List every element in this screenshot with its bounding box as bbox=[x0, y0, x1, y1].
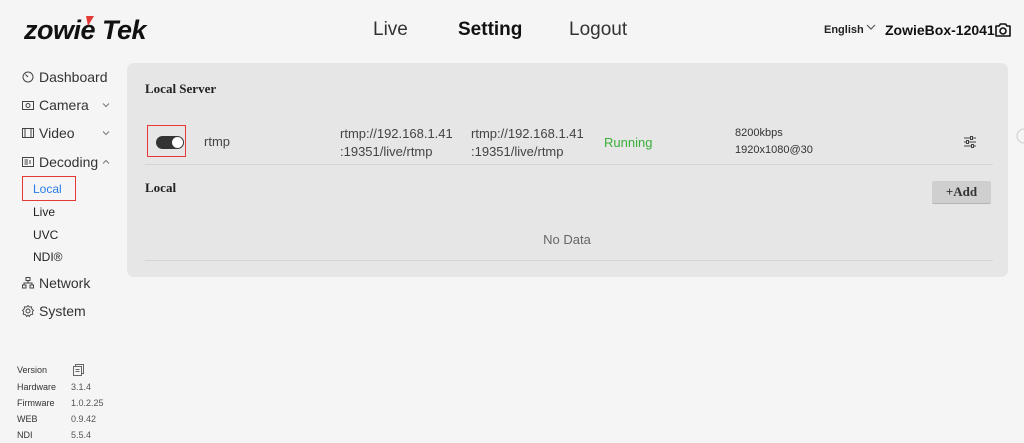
row-divider bbox=[145, 164, 993, 165]
sidebar-item-label: Camera bbox=[39, 97, 89, 113]
server-url-1: rtmp://192.168.1.41 :19351/live/rtmp bbox=[340, 125, 453, 161]
url-line: rtmp://192.168.1.41 bbox=[340, 126, 453, 141]
server-status: Running bbox=[604, 135, 653, 150]
chevron-down-icon[interactable] bbox=[101, 128, 111, 138]
version-key: NDI bbox=[17, 430, 33, 440]
chevron-down-icon[interactable] bbox=[866, 22, 876, 32]
server-stream-info: 8200kbps 1920x1080@30 bbox=[735, 125, 813, 159]
gear-icon bbox=[22, 305, 34, 317]
chevron-up-icon[interactable] bbox=[101, 157, 111, 167]
sidebar-item-video[interactable]: Video bbox=[22, 123, 75, 143]
snapshot-camera-icon[interactable] bbox=[994, 21, 1012, 39]
dashboard-icon bbox=[22, 71, 34, 83]
camera-icon bbox=[22, 101, 34, 110]
sidebar-item-camera[interactable]: Camera bbox=[22, 95, 89, 115]
sidebar-item-label: Network bbox=[39, 275, 91, 291]
toggle-knob bbox=[172, 137, 183, 148]
network-icon bbox=[22, 277, 34, 289]
sidebar-sub-ndi[interactable]: NDI® bbox=[33, 250, 63, 264]
server-url-2: rtmp://192.168.1.41 :19351/live/rtmp bbox=[471, 125, 584, 161]
sidebar-item-dashboard[interactable]: Dashboard bbox=[22, 67, 108, 87]
version-key: Hardware bbox=[17, 382, 57, 392]
bitrate: 8200kbps bbox=[735, 127, 783, 139]
sidebar-item-label: Dashboard bbox=[39, 69, 108, 85]
add-button[interactable]: +Add bbox=[932, 181, 991, 203]
version-value: 5.5.4 bbox=[71, 430, 92, 440]
url-line: rtmp://192.168.1.41 bbox=[471, 126, 584, 141]
version-key: WEB bbox=[17, 414, 38, 424]
server-protocol: rtmp bbox=[204, 134, 230, 149]
header: zowie Tek Live Setting Logout English Zo… bbox=[0, 0, 1024, 62]
nav-setting[interactable]: Setting bbox=[458, 19, 522, 41]
sidebar-item-network[interactable]: Network bbox=[22, 273, 90, 293]
decoding-icon bbox=[22, 157, 34, 167]
url-line: :19351/live/rtmp bbox=[340, 144, 433, 159]
version-value: 0.9.42 bbox=[71, 414, 97, 424]
chevron-down-icon[interactable] bbox=[101, 100, 111, 110]
server-enable-toggle[interactable] bbox=[156, 136, 184, 149]
url-line: :19351/live/rtmp bbox=[471, 144, 564, 159]
language-select[interactable]: English bbox=[824, 24, 864, 36]
nav-logout[interactable]: Logout bbox=[569, 19, 627, 41]
sliders-settings-icon[interactable] bbox=[963, 135, 977, 149]
local-server-title: Local Server bbox=[145, 81, 217, 96]
version-label: Version bbox=[17, 365, 48, 375]
nav-live[interactable]: Live bbox=[373, 19, 408, 41]
sidebar-item-label: System bbox=[39, 303, 86, 319]
sidebar-sub-live[interactable]: Live bbox=[33, 205, 55, 219]
version-key: Firmware bbox=[17, 398, 55, 408]
version-value: 3.1.4 bbox=[71, 382, 92, 392]
sidebar-item-label: Decoding bbox=[39, 154, 99, 170]
sidebar-item-system[interactable]: System bbox=[22, 301, 86, 321]
sidebar-sub-local[interactable]: Local bbox=[33, 182, 62, 196]
local-title: Local bbox=[145, 180, 177, 195]
version-value: 1.0.2.25 bbox=[71, 398, 104, 408]
sidebar-item-decoding[interactable]: Decoding bbox=[22, 152, 98, 172]
copy-icon[interactable] bbox=[73, 364, 84, 376]
empty-state-text: No Data bbox=[543, 232, 591, 247]
side-toggle-icon[interactable] bbox=[1014, 128, 1024, 144]
resolution: 1920x1080@30 bbox=[735, 144, 813, 156]
sidebar-item-label: Video bbox=[39, 125, 75, 141]
row-divider bbox=[145, 260, 993, 261]
device-name: ZowieBox-12041 bbox=[885, 22, 995, 38]
video-icon bbox=[22, 128, 34, 138]
